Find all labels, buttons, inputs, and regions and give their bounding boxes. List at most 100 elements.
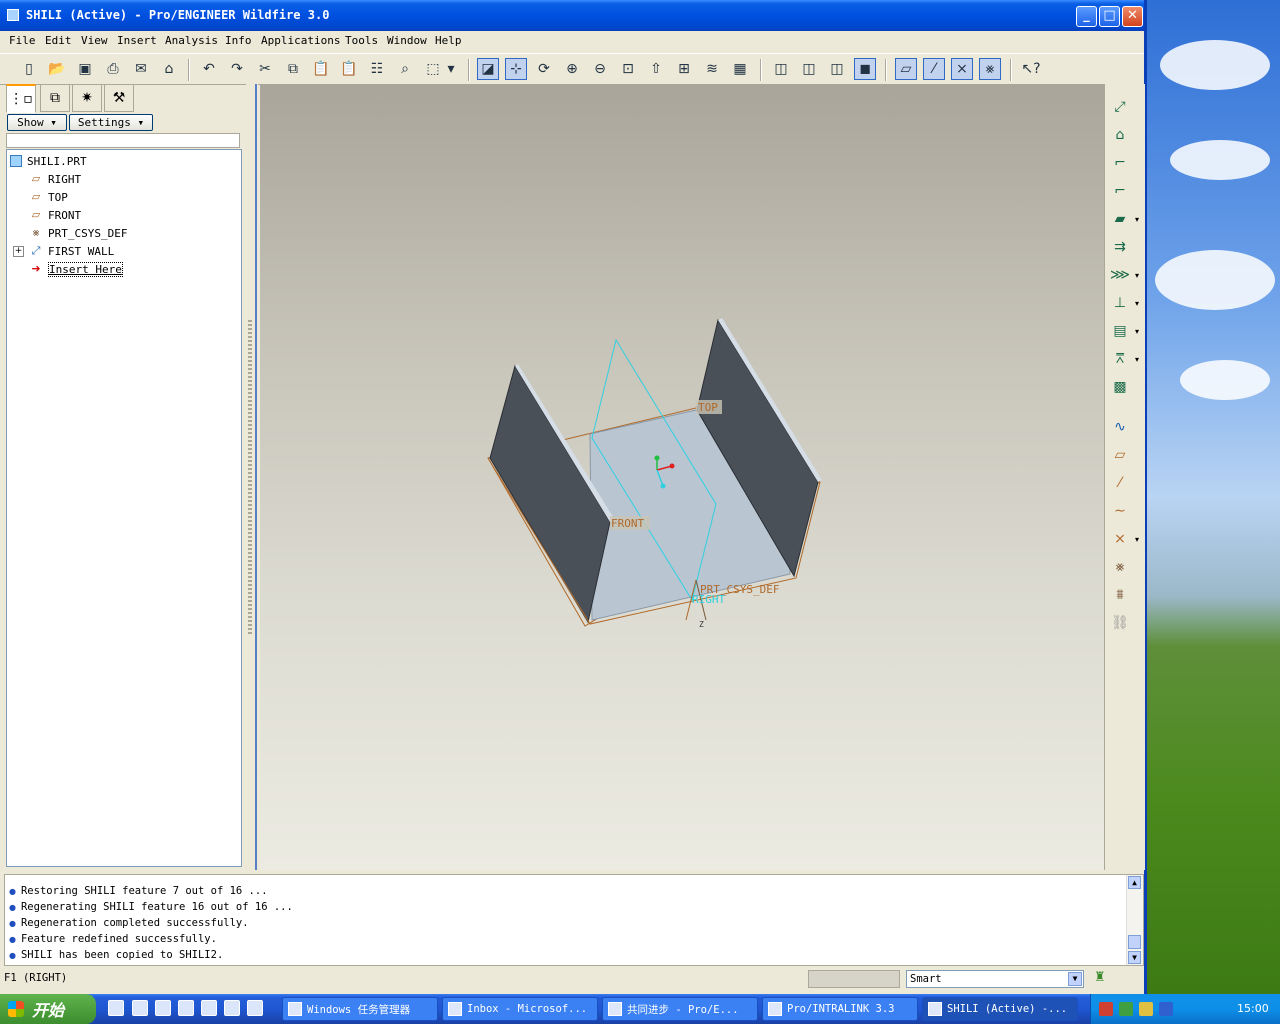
tray-volume-icon[interactable]	[1139, 1002, 1153, 1016]
show-button[interactable]: Show ▾	[7, 114, 67, 131]
save-icon[interactable]: ▣	[74, 58, 96, 80]
quicklaunch-word-icon[interactable]	[247, 1000, 263, 1016]
orient-mode-icon[interactable]: ⟳	[533, 58, 555, 80]
send-mail-icon[interactable]: ✉	[130, 58, 152, 80]
paste-icon[interactable]: 📋	[310, 58, 332, 80]
tree-item-first-wall[interactable]: + ⤢ FIRST WALL	[13, 243, 114, 259]
quicklaunch-media-icon[interactable]	[155, 1000, 171, 1016]
task-forum[interactable]: 共同进步 - Pro/E...	[602, 997, 758, 1021]
view-manager-icon[interactable]: ▦	[729, 58, 751, 80]
menu-analysis[interactable]: Analysis	[165, 34, 218, 47]
menu-window[interactable]: Window	[387, 34, 427, 47]
close-button[interactable]: ✕	[1122, 6, 1143, 27]
settings-button[interactable]: Settings ▾	[69, 114, 153, 131]
scroll-down-icon[interactable]: ▼	[1128, 951, 1141, 964]
zoom-out-icon[interactable]: ⊖	[589, 58, 611, 80]
task-inbox[interactable]: Inbox - Microsof...	[442, 997, 598, 1021]
menu-insert[interactable]: Insert	[117, 34, 157, 47]
spin-center-icon[interactable]: ⊹	[505, 58, 527, 80]
tree-item-front[interactable]: ▱ FRONT	[29, 207, 81, 223]
selection-box-icon[interactable]: ⬚	[422, 58, 444, 80]
expand-toggle-icon[interactable]: +	[13, 245, 24, 257]
cut-wall-icon[interactable]: ▰	[1109, 208, 1139, 230]
print-icon[interactable]: ⎙	[102, 58, 124, 80]
tree-item-part[interactable]: SHILI.PRT	[10, 153, 87, 169]
maximize-button[interactable]: □	[1099, 6, 1120, 27]
chevron-down-icon[interactable]: ▼	[1068, 972, 1082, 986]
copy-icon[interactable]: ⧉	[282, 58, 304, 80]
rip-icon[interactable]: ⇉	[1109, 236, 1131, 258]
csys-tool-icon[interactable]: ⨳	[1109, 556, 1131, 578]
quicklaunch-excel-icon[interactable]	[224, 1000, 240, 1016]
find-icon[interactable]: ⌕	[394, 58, 416, 80]
datum-plane-display-icon[interactable]: ▱	[895, 58, 917, 80]
shading-icon[interactable]: ◼	[854, 58, 876, 80]
refit-icon[interactable]: ⊡	[617, 58, 639, 80]
graphics-window[interactable]: TOP FRONT PRT_CSYS_DEF RIGHT Z	[260, 84, 1104, 870]
menu-edit[interactable]: Edit	[45, 34, 72, 47]
selection-dropdown-icon[interactable]: ▾	[444, 58, 458, 80]
unattached-wall-icon[interactable]: ⤢	[1109, 96, 1131, 118]
menu-info[interactable]: Info	[225, 34, 252, 47]
layers-icon[interactable]: ≋	[701, 58, 723, 80]
merge-icon[interactable]: ⋙	[1109, 264, 1139, 286]
bend-back-icon[interactable]: ⩞	[1109, 348, 1139, 370]
tree-item-insert-here[interactable]: ➜ Insert Here	[29, 261, 123, 277]
datum-curve-tool-icon[interactable]: ∼	[1109, 500, 1131, 522]
hidden-line-icon[interactable]: ◫	[798, 58, 820, 80]
title-bar[interactable]: SHILI (Active) - Pro/ENGINEER Wildfire 3…	[0, 0, 1144, 31]
connections-tab-icon[interactable]: ⚒	[104, 84, 134, 112]
panel-splitter[interactable]	[246, 84, 258, 870]
datum-point-display-icon[interactable]: ⨯	[951, 58, 973, 80]
reorient-icon[interactable]: ⇧	[645, 58, 667, 80]
csys-display-icon[interactable]: ⨳	[979, 58, 1001, 80]
menu-file[interactable]: File	[9, 34, 36, 47]
datum-axis-display-icon[interactable]: ⁄	[923, 58, 945, 80]
tree-item-csys[interactable]: ⨳ PRT_CSYS_DEF	[29, 225, 128, 241]
menu-applications[interactable]: Applications	[261, 34, 340, 47]
menu-tools[interactable]: Tools	[345, 34, 378, 47]
zoom-in-icon[interactable]: ⊕	[561, 58, 583, 80]
wireframe-icon[interactable]: ◫	[770, 58, 792, 80]
favorites-tab-icon[interactable]: ✷	[72, 84, 102, 112]
analysis-tool-icon[interactable]: ⩩	[1109, 584, 1131, 606]
quicklaunch-browser-icon[interactable]	[132, 1000, 148, 1016]
scroll-thumb[interactable]	[1128, 935, 1141, 949]
new-file-icon[interactable]: ▯	[18, 58, 40, 80]
start-button[interactable]: 开始	[0, 994, 96, 1024]
tray-network-icon[interactable]	[1119, 1002, 1133, 1016]
unbend-icon[interactable]: ▤	[1109, 320, 1139, 342]
quicklaunch-ie-icon[interactable]	[108, 1000, 124, 1016]
send-link-icon[interactable]: ⌂	[158, 58, 180, 80]
quicklaunch-outlook-icon[interactable]	[178, 1000, 194, 1016]
tray-ime-icon[interactable]	[1159, 1002, 1173, 1016]
sketch-tool-icon[interactable]: ∿	[1109, 416, 1131, 438]
folder-browser-tab-icon[interactable]: ⧉	[40, 84, 70, 112]
tray-app-icon[interactable]	[1099, 1002, 1113, 1016]
scroll-up-icon[interactable]: ▲	[1128, 876, 1141, 889]
context-help-icon[interactable]: ↖?	[1020, 58, 1042, 80]
menu-help[interactable]: Help	[435, 34, 462, 47]
clock[interactable]: 15:00	[1237, 1002, 1269, 1015]
datum-axis-tool-icon[interactable]: ⁄	[1109, 472, 1131, 494]
splitter-grip[interactable]	[248, 320, 252, 636]
repaint-icon[interactable]: ◪	[477, 58, 499, 80]
flat-pattern-icon[interactable]: ▩	[1109, 376, 1131, 398]
task-task-manager[interactable]: Windows 任务管理器	[282, 997, 438, 1021]
link-tool-icon[interactable]: ⛓	[1109, 612, 1131, 634]
undo-icon[interactable]: ↶	[198, 58, 220, 80]
datum-plane-tool-icon[interactable]: ▱	[1109, 444, 1131, 466]
task-proe-active[interactable]: SHILI (Active) -...	[922, 997, 1078, 1021]
minimize-button[interactable]: _	[1076, 6, 1097, 27]
bend-icon[interactable]: ⊥	[1109, 292, 1139, 314]
tree-item-right[interactable]: ▱ RIGHT	[29, 171, 81, 187]
redo-icon[interactable]: ↷	[226, 58, 248, 80]
flat-wall-icon[interactable]: ⌂	[1109, 124, 1131, 146]
message-scrollbar[interactable]: ▲ ▼	[1126, 875, 1143, 965]
tree-item-top[interactable]: ▱ TOP	[29, 189, 68, 205]
selection-filter-select[interactable]: Smart ▼	[906, 970, 1084, 988]
model-tree-tab-icon[interactable]: ⋮▫	[6, 84, 36, 113]
saved-views-icon[interactable]: ⊞	[673, 58, 695, 80]
menu-view[interactable]: View	[81, 34, 108, 47]
paste-special-icon[interactable]: 📋	[338, 58, 360, 80]
